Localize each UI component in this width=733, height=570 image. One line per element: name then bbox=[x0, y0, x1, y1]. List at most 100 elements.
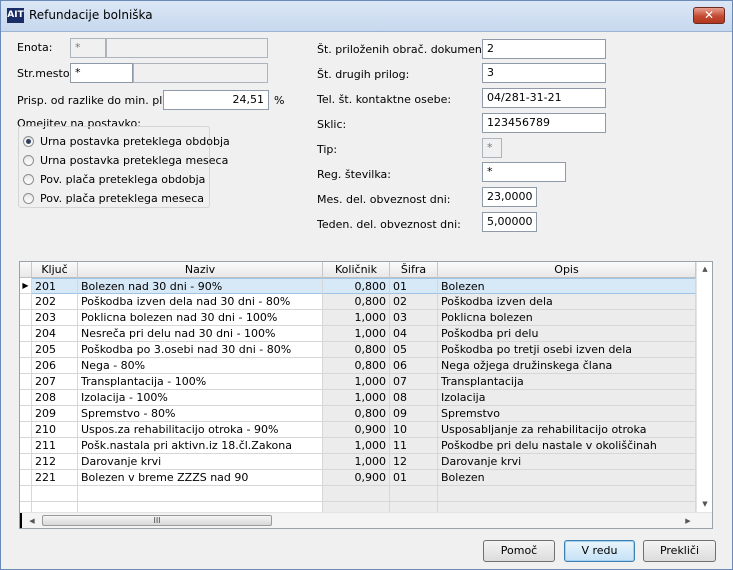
teden-field[interactable]: 5,00000 bbox=[482, 212, 537, 232]
cell-naziv[interactable]: Transplantacija - 100% bbox=[78, 374, 323, 390]
cell-kolicnik[interactable] bbox=[323, 486, 390, 502]
table-row[interactable]: 205 Poškodba po 3.osebi nad 30 dni - 80% 0… bbox=[20, 342, 696, 358]
cell-sifra[interactable]: 01 bbox=[390, 470, 438, 486]
cell-opis[interactable]: Poškodba pri delu bbox=[438, 326, 696, 342]
scroll-left-icon[interactable]: ◀ bbox=[24, 513, 40, 528]
cell-opis[interactable]: Spremstvo bbox=[438, 406, 696, 422]
cell-kolicnik[interactable]: 1,000 bbox=[323, 390, 390, 406]
row-indicator[interactable] bbox=[20, 406, 32, 422]
cell-opis[interactable]: Darovanje krvi bbox=[438, 454, 696, 470]
tip-field[interactable]: * bbox=[482, 138, 502, 158]
table-row[interactable]: 212 Darovanje krvi 1,000 12 Darovanje krvi bbox=[20, 454, 696, 470]
cell-naziv[interactable]: Pošk.nastala pri aktivn.iz 18.čl.Zakona bbox=[78, 438, 323, 454]
cell-opis[interactable]: Bolezen bbox=[438, 470, 696, 486]
table-row[interactable]: 204 Nesreča pri delu nad 30 dni - 100% 1,0… bbox=[20, 326, 696, 342]
cell-naziv[interactable]: Uspos.za rehabilitacijo otroka - 90% bbox=[78, 422, 323, 438]
cell-naziv[interactable]: Poškodba po 3.osebi nad 30 dni - 80% bbox=[78, 342, 323, 358]
radio-icon[interactable] bbox=[23, 174, 34, 185]
scroll-up-icon[interactable]: ▲ bbox=[697, 262, 712, 277]
cell-sifra[interactable]: 11 bbox=[390, 438, 438, 454]
radio-icon[interactable] bbox=[23, 193, 34, 204]
row-indicator[interactable] bbox=[20, 486, 32, 502]
enota-name-field[interactable] bbox=[106, 38, 268, 58]
row-indicator[interactable] bbox=[20, 390, 32, 406]
close-button[interactable]: ✕ bbox=[693, 7, 725, 24]
help-button[interactable]: Pomoč bbox=[483, 540, 555, 562]
cell-naziv[interactable]: Izolacija - 100% bbox=[78, 390, 323, 406]
cell-kljuc[interactable]: 209 bbox=[32, 406, 78, 422]
current-row-arrow-icon[interactable]: ▶ bbox=[20, 278, 32, 294]
table-row[interactable]: 207 Transplantacija - 100% 1,000 07 Transpla… bbox=[20, 374, 696, 390]
header-sifra[interactable]: Šifra bbox=[390, 262, 438, 277]
cell-opis[interactable]: Poškodba po tretji osebi izven dela bbox=[438, 342, 696, 358]
cell-kolicnik[interactable]: 1,000 bbox=[323, 374, 390, 390]
st-prilozenih-field[interactable]: 2 bbox=[482, 39, 606, 59]
cell-naziv[interactable]: Bolezen nad 30 dni - 90% bbox=[78, 278, 323, 294]
cell-naziv[interactable]: Poškodba izven dela nad 30 dni - 80% bbox=[78, 294, 323, 310]
cell-kolicnik[interactable]: 0,900 bbox=[323, 422, 390, 438]
row-indicator[interactable] bbox=[20, 310, 32, 326]
radio-icon[interactable] bbox=[23, 155, 34, 166]
cancel-button[interactable]: Prekliči bbox=[643, 540, 716, 562]
cell-sifra[interactable]: 12 bbox=[390, 454, 438, 470]
horizontal-scroll-thumb[interactable]: III bbox=[42, 515, 272, 526]
cell-kljuc[interactable]: 203 bbox=[32, 310, 78, 326]
cell-sifra[interactable]: 03 bbox=[390, 310, 438, 326]
header-kljuc[interactable]: Ključ bbox=[32, 262, 78, 277]
row-indicator[interactable] bbox=[20, 470, 32, 486]
cell-sifra[interactable]: 02 bbox=[390, 294, 438, 310]
cell-opis[interactable]: Poklicna bolezen bbox=[438, 310, 696, 326]
mes-field[interactable]: 23,0000 bbox=[482, 187, 537, 207]
cell-naziv[interactable]: Nesreča pri delu nad 30 dni - 100% bbox=[78, 326, 323, 342]
cell-sifra[interactable]: 08 bbox=[390, 390, 438, 406]
cell-kljuc[interactable]: 212 bbox=[32, 454, 78, 470]
header-opis[interactable]: Opis bbox=[438, 262, 696, 277]
row-indicator[interactable] bbox=[20, 294, 32, 310]
cell-kolicnik[interactable]: 0,800 bbox=[323, 294, 390, 310]
table-row[interactable]: 210 Uspos.za rehabilitacijo otroka - 90% 0… bbox=[20, 422, 696, 438]
cell-sifra[interactable]: 05 bbox=[390, 342, 438, 358]
tel-field[interactable]: 04/281-31-21 bbox=[482, 88, 606, 108]
cell-kljuc[interactable]: 221 bbox=[32, 470, 78, 486]
vertical-scrollbar[interactable]: ▲ ▼ bbox=[696, 262, 712, 512]
row-indicator[interactable] bbox=[20, 326, 32, 342]
cell-sifra[interactable]: 10 bbox=[390, 422, 438, 438]
cell-kljuc[interactable]: 211 bbox=[32, 438, 78, 454]
cell-sifra[interactable]: 04 bbox=[390, 326, 438, 342]
cell-kljuc[interactable]: 207 bbox=[32, 374, 78, 390]
table-row[interactable]: ▶ 201 Bolezen nad 30 dni - 90% 0,800 01 Bolez… bbox=[20, 278, 696, 294]
cell-kljuc[interactable]: 204 bbox=[32, 326, 78, 342]
table-row[interactable]: 208 Izolacija - 100% 1,000 08 Izolacija bbox=[20, 390, 696, 406]
table-row[interactable]: 206 Nega - 80% 0,800 06 Nega ožjega družinsk… bbox=[20, 358, 696, 374]
cell-kolicnik[interactable]: 0,800 bbox=[323, 406, 390, 422]
cell-kolicnik[interactable]: 0,800 bbox=[323, 342, 390, 358]
scroll-right-icon[interactable]: ▶ bbox=[680, 513, 696, 528]
radio-icon[interactable] bbox=[23, 136, 34, 147]
cell-kljuc[interactable] bbox=[32, 486, 78, 502]
cell-naziv[interactable]: Darovanje krvi bbox=[78, 454, 323, 470]
header-naziv[interactable]: Naziv bbox=[78, 262, 323, 277]
table-row[interactable]: 221 Bolezen v breme ZZZS nad 90 0,900 01 Bol… bbox=[20, 470, 696, 486]
row-indicator[interactable] bbox=[20, 374, 32, 390]
table-row[interactable] bbox=[20, 486, 696, 502]
sklic-field[interactable]: 123456789 bbox=[482, 113, 606, 133]
cell-naziv[interactable]: Nega - 80% bbox=[78, 358, 323, 374]
cell-kolicnik[interactable]: 1,000 bbox=[323, 310, 390, 326]
table-row[interactable]: 211 Pošk.nastala pri aktivn.iz 18.čl.Zako… bbox=[20, 438, 696, 454]
row-indicator[interactable] bbox=[20, 422, 32, 438]
cell-opis[interactable]: Usposabljanje za rehabilitacijo otroka bbox=[438, 422, 696, 438]
cell-naziv[interactable] bbox=[78, 486, 323, 502]
table-row[interactable]: 202 Poškodba izven dela nad 30 dni - 80% 0… bbox=[20, 294, 696, 310]
cell-opis[interactable]: Nega ožjega družinskega člana bbox=[438, 358, 696, 374]
cell-kolicnik[interactable]: 0,800 bbox=[323, 358, 390, 374]
cell-kljuc[interactable]: 206 bbox=[32, 358, 78, 374]
cell-sifra[interactable]: 09 bbox=[390, 406, 438, 422]
cell-kljuc[interactable]: 210 bbox=[32, 422, 78, 438]
header-kolicnik[interactable]: Količnik bbox=[323, 262, 390, 277]
cell-kolicnik[interactable]: 0,900 bbox=[323, 470, 390, 486]
cell-kolicnik[interactable]: 0,800 bbox=[323, 278, 390, 294]
row-indicator[interactable] bbox=[20, 358, 32, 374]
cell-sifra[interactable] bbox=[390, 486, 438, 502]
cell-opis[interactable]: Izolacija bbox=[438, 390, 696, 406]
cell-kolicnik[interactable]: 1,000 bbox=[323, 326, 390, 342]
